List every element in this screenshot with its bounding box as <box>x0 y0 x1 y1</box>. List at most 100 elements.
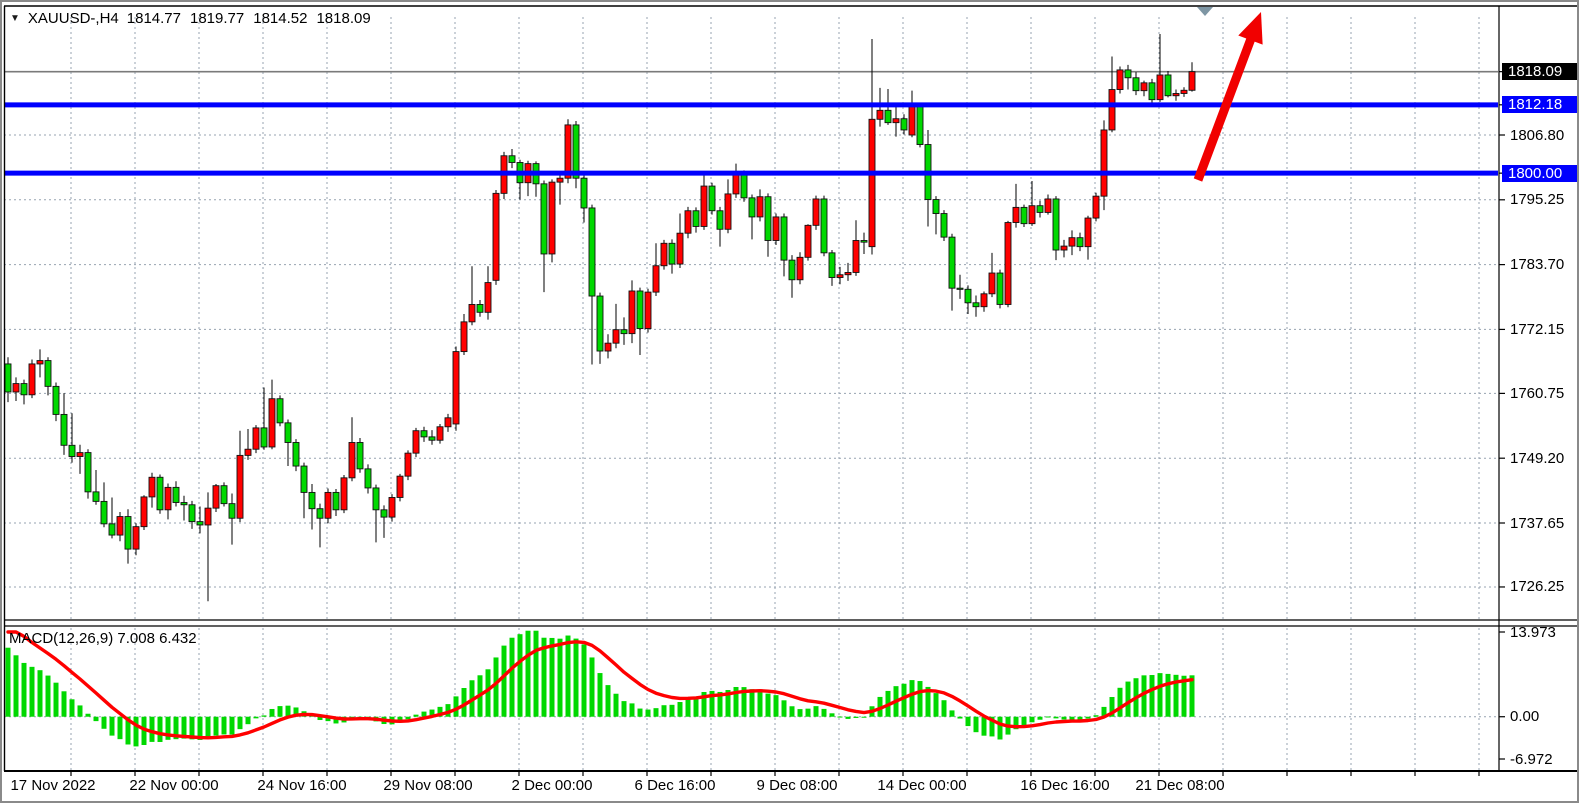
time-axis-label: 17 Nov 2022 <box>10 777 95 794</box>
macd-histogram-bar <box>934 693 939 717</box>
chevron-down-icon[interactable]: ▼ <box>10 13 20 24</box>
bear-candle-body <box>181 503 187 505</box>
bear-candle-body <box>125 517 131 550</box>
macd-histogram-bar <box>6 648 11 717</box>
bear-candle-body <box>973 303 979 307</box>
macd-histogram-bar <box>14 655 19 716</box>
price-axis-label: 1772.15 <box>1510 321 1564 338</box>
bear-candle-body <box>293 442 299 466</box>
bull-candle-body <box>1093 196 1099 218</box>
macd-histogram-bar <box>70 699 75 716</box>
object-anchor-triangle-icon[interactable] <box>1197 7 1213 16</box>
bull-candle-body <box>1173 93 1179 95</box>
macd-histogram-bar <box>790 706 795 716</box>
bull-candle-body <box>37 361 43 364</box>
macd-histogram-bar <box>22 663 27 717</box>
macd-histogram-bar <box>78 705 83 716</box>
bull-candle-body <box>757 197 763 217</box>
bear-candle-body <box>821 199 827 253</box>
macd-histogram-bar <box>814 706 819 717</box>
macd-histogram-bar <box>822 709 827 717</box>
bull-candle-body <box>205 508 211 525</box>
macd-histogram-bar <box>534 631 539 717</box>
bear-candle-body <box>189 505 195 522</box>
bull-candle-body <box>1061 246 1067 250</box>
price-axis-label: 1795.25 <box>1510 191 1564 208</box>
macd-histogram-bar <box>950 710 955 716</box>
trend-arrow-head[interactable] <box>1238 12 1262 45</box>
macd-histogram-bar <box>1070 717 1075 720</box>
bull-candle-body <box>989 273 995 294</box>
bear-candle-body <box>637 291 643 329</box>
macd-scale-label: 13.973 <box>1510 624 1556 641</box>
bear-candle-body <box>109 524 115 535</box>
macd-histogram-bar <box>638 709 643 717</box>
bear-candle-body <box>1053 199 1059 250</box>
bear-candle-body <box>1021 207 1027 223</box>
time-axis-label: 2 Dec 00:00 <box>512 777 593 794</box>
bull-candle-body <box>1101 130 1107 196</box>
macd-histogram-bar <box>30 667 35 717</box>
macd-histogram-bar <box>598 673 603 717</box>
macd-histogram-bar <box>54 683 59 717</box>
macd-histogram-bar <box>678 702 683 717</box>
macd-histogram-bar <box>246 717 251 724</box>
bull-candle-body <box>877 110 883 119</box>
macd-histogram-bar <box>998 717 1003 740</box>
bull-candle-body <box>797 257 803 279</box>
bear-candle-body <box>61 414 67 445</box>
macd-histogram-bar <box>1126 682 1131 717</box>
bear-candle-body <box>309 492 315 508</box>
macd-scale-label: 0.00 <box>1510 708 1539 725</box>
bull-candle-body <box>853 240 859 272</box>
bull-candle-body <box>485 283 491 313</box>
bear-candle-body <box>197 522 203 525</box>
price-axis-label: 1726.25 <box>1510 578 1564 595</box>
macd-histogram-bar <box>46 676 51 717</box>
bear-candle-body <box>717 211 723 230</box>
macd-histogram-bar <box>918 681 923 717</box>
bull-candle-body <box>413 431 419 453</box>
bull-candle-body <box>677 233 683 264</box>
chart-canvas[interactable] <box>2 2 1579 803</box>
macd-histogram-bar <box>958 717 963 719</box>
bull-candle-body <box>77 453 83 457</box>
macd-histogram-bar <box>574 639 579 717</box>
bear-candle-body <box>581 178 587 208</box>
macd-histogram-bar <box>206 717 211 739</box>
macd-histogram-bar <box>150 717 155 742</box>
bull-candle-body <box>869 119 875 246</box>
macd-histogram-bar <box>526 631 531 717</box>
macd-histogram-bar <box>214 717 219 736</box>
bull-candle-body <box>13 384 19 392</box>
bull-candle-body <box>437 427 443 440</box>
time-axis-label: 6 Dec 16:00 <box>635 777 716 794</box>
bear-candle-body <box>157 477 163 510</box>
bear-candle-body <box>93 492 99 502</box>
bull-candle-body <box>605 343 611 351</box>
bear-candle-body <box>1077 238 1083 247</box>
chart-header: ▼ XAUUSD-,H4 1814.771819.771814.521818.0… <box>10 10 380 27</box>
time-axis-label: 9 Dec 08:00 <box>757 777 838 794</box>
macd-histogram-bar <box>1166 674 1171 717</box>
close-value: 1818.09 <box>316 10 370 27</box>
macd-histogram-bar <box>1030 717 1035 723</box>
bear-candle-body <box>949 237 955 288</box>
macd-histogram-bar <box>838 717 843 718</box>
macd-histogram-bar <box>750 689 755 717</box>
bear-candle-body <box>1149 83 1155 100</box>
macd-histogram-bar <box>102 717 107 729</box>
macd-histogram-bar <box>654 708 659 717</box>
bull-candle-body <box>237 455 243 518</box>
macd-histogram-bar <box>910 680 915 717</box>
macd-histogram-bar <box>254 717 259 719</box>
macd-histogram-bar <box>1150 675 1155 717</box>
bear-candle-body <box>541 184 547 254</box>
macd-histogram-bar <box>1038 717 1043 720</box>
high-value: 1819.77 <box>190 10 244 27</box>
macd-histogram-bar <box>414 715 419 717</box>
macd-histogram-bar <box>38 670 43 717</box>
time-axis-label: 24 Nov 16:00 <box>257 777 346 794</box>
bear-candle-body <box>317 509 323 519</box>
macd-histogram-bar <box>566 636 571 717</box>
